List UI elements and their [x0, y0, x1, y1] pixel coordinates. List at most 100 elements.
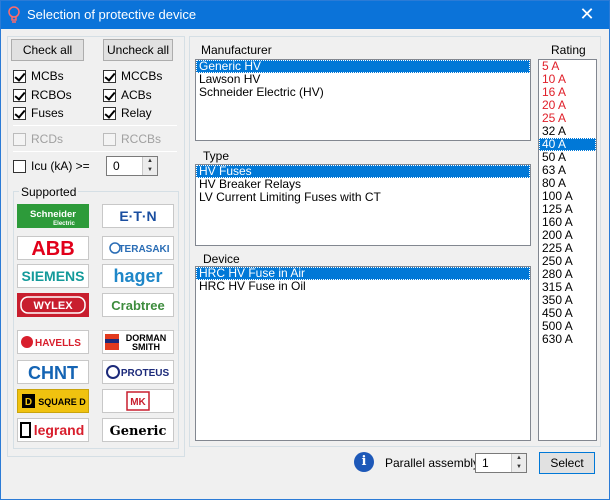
- havells-logo[interactable]: HAVELLS: [17, 330, 89, 354]
- mk-logo[interactable]: MK: [102, 389, 174, 413]
- havells-logo-art: HAVELLS: [21, 336, 81, 349]
- close-icon[interactable]: ✕: [565, 1, 609, 29]
- siemens-logo[interactable]: SIEMENS: [17, 264, 89, 288]
- spin-down-icon[interactable]: ▼: [143, 166, 157, 175]
- filter-checkbox-rcbos[interactable]: RCBOs: [13, 87, 72, 103]
- icu-value[interactable]: 0: [107, 157, 142, 175]
- filter-checkbox-label: MCBs: [31, 69, 64, 83]
- svg-text:E·T·N: E·T·N: [119, 208, 156, 224]
- type-label: Type: [203, 149, 230, 163]
- filter-checkbox-relay[interactable]: Relay: [103, 105, 152, 121]
- checkbox-box[interactable]: [103, 69, 116, 83]
- filter-checkbox-fuses[interactable]: Fuses: [13, 105, 64, 121]
- svg-text:PROTEUS: PROTEUS: [121, 368, 170, 379]
- select-button[interactable]: Select: [539, 452, 595, 474]
- uncheck-all-button[interactable]: Uncheck all: [103, 39, 173, 61]
- svg-text:WYLEX: WYLEX: [33, 300, 73, 312]
- svg-text:HAVELLS: HAVELLS: [35, 338, 81, 349]
- wylex-logo-art: WYLEX: [20, 296, 86, 314]
- dorman-smith-logo[interactable]: DORMAN SMITH: [102, 330, 174, 354]
- svg-text:SIEMENS: SIEMENS: [21, 268, 84, 284]
- schneider-logo[interactable]: Schneider Electric: [17, 204, 89, 228]
- filter-checkbox-acbs[interactable]: ACBs: [103, 87, 152, 103]
- filter-checkbox-label: Fuses: [31, 106, 64, 120]
- rating-label: Rating: [551, 43, 586, 57]
- mk-logo-art: MK: [126, 391, 150, 411]
- svg-text:hager: hager: [113, 266, 162, 286]
- svg-text:Generic: Generic: [110, 424, 167, 439]
- checkbox-box[interactable]: [13, 88, 26, 102]
- spinner-arrows[interactable]: ▲ ▼: [511, 454, 526, 472]
- crabtree-logo[interactable]: Crabtree: [102, 293, 174, 317]
- info-icon[interactable]: i: [354, 452, 374, 472]
- proteus-logo-art: PROTEUS: [106, 365, 170, 379]
- checkbox-box[interactable]: [13, 69, 26, 83]
- checkbox-box[interactable]: [13, 106, 26, 120]
- manufacturer-list-item[interactable]: Schneider Electric (HV): [196, 86, 530, 99]
- generic-logo-art: Generic: [110, 424, 167, 439]
- title-bar: Selection of protective device ✕: [1, 1, 609, 29]
- separator: [13, 151, 177, 152]
- svg-text:CHNT: CHNT: [28, 363, 78, 383]
- svg-text:Schneider: Schneider: [30, 209, 76, 220]
- svg-text:SQUARE D: SQUARE D: [38, 397, 86, 407]
- eaton-logo[interactable]: E·T·N: [102, 204, 174, 228]
- spin-down-icon[interactable]: ▼: [512, 463, 526, 472]
- filter-checkbox-mcbs[interactable]: MCBs: [13, 68, 64, 84]
- wylex-logo[interactable]: WYLEX: [17, 293, 89, 317]
- icu-label: Icu (kA) >=: [31, 159, 90, 173]
- parallel-assembly-spinner[interactable]: 1 ▲ ▼: [475, 453, 527, 473]
- legrand-logo[interactable]: legrand: [17, 418, 89, 442]
- rating-list-item[interactable]: 630 A: [539, 333, 596, 346]
- svg-text:D: D: [25, 397, 32, 408]
- svg-text:ABB: ABB: [31, 238, 74, 259]
- square-d-logo[interactable]: D SQUARE D: [17, 389, 89, 413]
- hager-logo-art: hager: [113, 266, 162, 286]
- checkbox-box[interactable]: [103, 88, 116, 102]
- rating-list[interactable]: 5 A 10 A 16 A 20 A 25 A 32 A 40 A 50 A 63 A 80 A1…: [538, 59, 597, 441]
- schneider-logo-art: SchneiderElectric: [30, 209, 76, 227]
- abb-logo[interactable]: ABB: [17, 236, 89, 260]
- filter-checkbox-mccbs[interactable]: MCCBs: [103, 68, 162, 84]
- type-list[interactable]: HV Fuses HV Breaker Relays LV Current Limi…: [195, 164, 531, 246]
- parallel-assembly-value[interactable]: 1: [476, 454, 511, 472]
- eaton-logo-art: E·T·N: [119, 208, 156, 224]
- icu-checkbox[interactable]: Icu (kA) >=: [13, 158, 90, 174]
- spinner-arrows[interactable]: ▲ ▼: [142, 157, 157, 175]
- spin-up-icon[interactable]: ▲: [512, 454, 526, 463]
- device-list[interactable]: HRC HV Fuse in Air HRC HV Fuse in Oil: [195, 266, 531, 441]
- terasaki-logo[interactable]: TERASAKI: [102, 236, 174, 260]
- dialog-window: Selection of protective device ✕ Check a…: [0, 0, 610, 500]
- generic-logo[interactable]: Generic: [102, 418, 174, 442]
- check-all-button[interactable]: Check all: [11, 39, 84, 61]
- manufacturer-list[interactable]: Generic HV Lawson HV Schneider Electric (H…: [195, 59, 531, 141]
- siemens-logo-art: SIEMENS: [21, 268, 84, 284]
- filter-checkbox-rccbs[interactable]: RCCBs: [103, 131, 161, 147]
- chint-logo[interactable]: CHNT: [17, 360, 89, 384]
- checkbox-box[interactable]: [13, 159, 26, 173]
- filter-checkbox-rcds[interactable]: RCDs: [13, 131, 63, 147]
- svg-text:legrand: legrand: [34, 422, 85, 438]
- checkbox-box[interactable]: [103, 106, 116, 120]
- checkbox-box[interactable]: [13, 132, 26, 146]
- crabtree-logo-art: Crabtree: [111, 298, 164, 313]
- filter-checkbox-label: RCBOs: [31, 88, 72, 102]
- abb-logo-art: ABB: [31, 238, 74, 259]
- type-list-item[interactable]: LV Current Limiting Fuses with CT: [196, 191, 530, 204]
- hager-logo[interactable]: hager: [102, 264, 174, 288]
- window-title: Selection of protective device: [27, 7, 197, 22]
- spin-up-icon[interactable]: ▲: [143, 157, 157, 166]
- filter-checkbox-label: MCCBs: [121, 69, 163, 83]
- device-list-item[interactable]: HRC HV Fuse in Oil: [196, 280, 530, 293]
- checkbox-box[interactable]: [103, 132, 116, 146]
- proteus-logo[interactable]: PROTEUS: [102, 360, 174, 384]
- filter-checkbox-label: RCCBs: [121, 132, 162, 146]
- filter-checkbox-label: RCDs: [31, 132, 63, 146]
- separator: [13, 125, 177, 126]
- chint-logo-art: CHNT: [28, 363, 78, 383]
- parallel-assembly-label: Parallel assembly: [385, 456, 480, 470]
- square-d-logo-art: D SQUARE D: [22, 394, 86, 408]
- supported-label: Supported: [19, 185, 79, 199]
- legrand-logo-art: legrand: [20, 422, 85, 438]
- icu-spinner[interactable]: 0 ▲ ▼: [106, 156, 158, 176]
